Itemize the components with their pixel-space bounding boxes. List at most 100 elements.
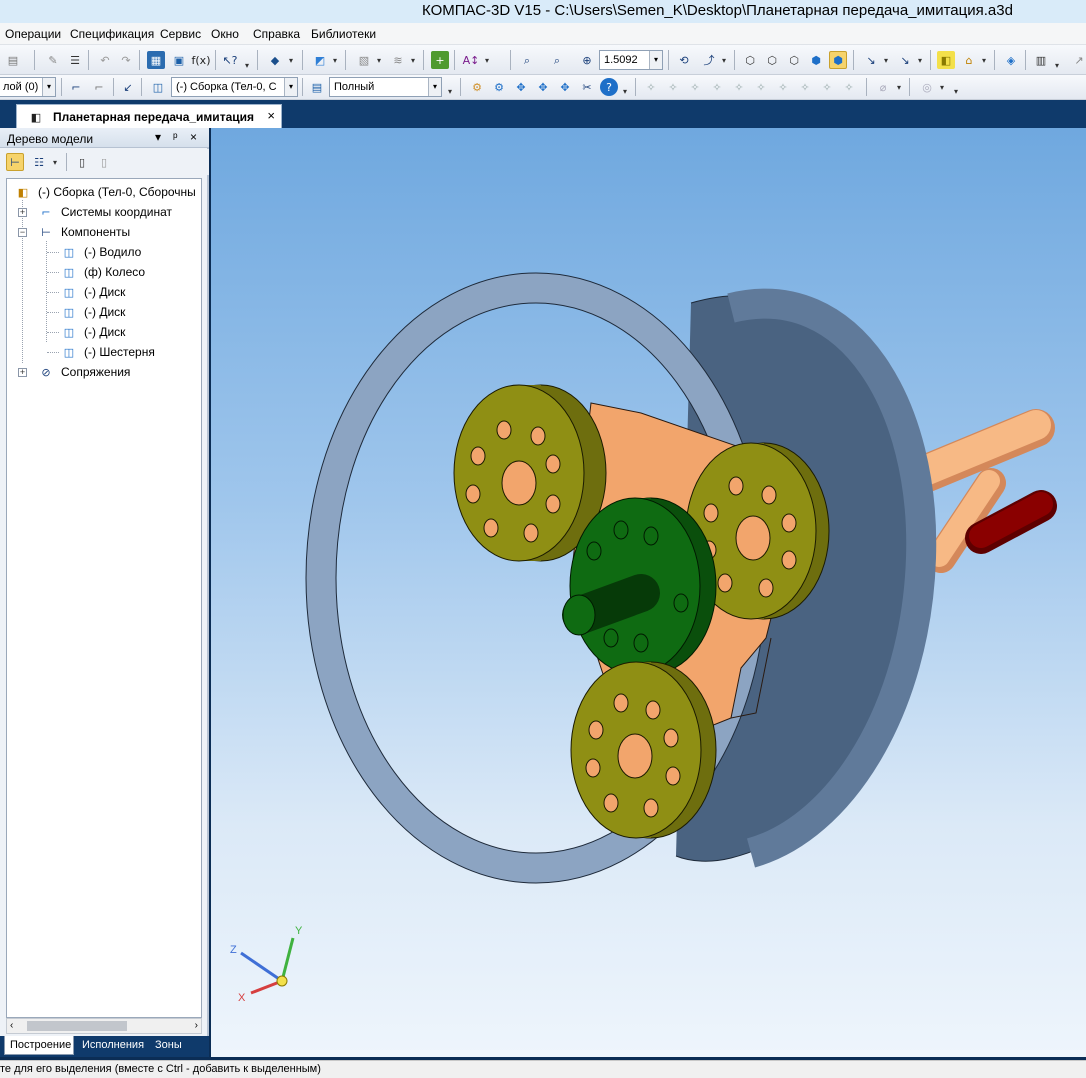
- scroll-left-icon[interactable]: ‹: [10, 1020, 13, 1031]
- chevron-down-icon[interactable]: ▾: [954, 87, 958, 96]
- chevron-down-icon[interactable]: ▾: [884, 56, 888, 65]
- snap-3-icon[interactable]: ✧: [686, 78, 704, 96]
- copy-props-icon[interactable]: ▧: [355, 51, 373, 69]
- measure-icon[interactable]: ⌀: [874, 78, 892, 96]
- insert-component-icon[interactable]: +: [431, 51, 449, 69]
- tree-node-mates[interactable]: + ⊘ Сопряжения: [7, 362, 197, 382]
- paste-icon[interactable]: ▤: [4, 51, 22, 69]
- expand-icon[interactable]: +: [18, 208, 27, 217]
- context-help-icon[interactable]: ↖?: [221, 51, 239, 69]
- wireframe-icon[interactable]: ⬡: [741, 51, 759, 69]
- component-edit-icon[interactable]: ◫: [149, 78, 167, 96]
- snap-7-icon[interactable]: ✧: [774, 78, 792, 96]
- chevron-down-icon[interactable]: ▾: [333, 56, 337, 65]
- function-icon[interactable]: f(x): [192, 51, 211, 69]
- chevron-down-icon[interactable]: ▾: [722, 56, 726, 65]
- rotate-icon[interactable]: ⟲: [675, 51, 693, 69]
- chevron-down-icon[interactable]: ▾: [918, 56, 922, 65]
- menu-operations[interactable]: Операции: [5, 27, 61, 41]
- collision-icon[interactable]: ✥: [556, 78, 574, 96]
- snap-9-icon[interactable]: ✧: [818, 78, 836, 96]
- horizontal-scrollbar[interactable]: ‹ ›: [6, 1018, 202, 1034]
- zoom-window-icon[interactable]: ⌕: [518, 51, 536, 69]
- snap-5-icon[interactable]: ✧: [730, 78, 748, 96]
- filter-icon[interactable]: ↘: [896, 51, 914, 69]
- format-brush-icon[interactable]: ✎: [44, 51, 62, 69]
- tree-structure-icon[interactable]: ⊢: [6, 153, 24, 171]
- menu-specification[interactable]: Спецификация: [70, 27, 154, 41]
- menu-help[interactable]: Справка: [253, 27, 300, 41]
- orient-icon[interactable]: ⤴: [700, 51, 718, 69]
- tab-zones[interactable]: Зоны: [155, 1036, 195, 1055]
- scroll-right-icon[interactable]: ›: [195, 1020, 198, 1031]
- cube-icon[interactable]: ◧: [937, 51, 955, 69]
- local-cs-icon[interactable]: ⌐: [90, 78, 108, 96]
- snap-6-icon[interactable]: ✧: [752, 78, 770, 96]
- more-icon[interactable]: ↗: [1070, 51, 1086, 69]
- tree-node-coords[interactable]: + ⌐ Системы координат: [7, 202, 197, 222]
- document-tab[interactable]: ◧ Планетарная передача_имитация ×: [16, 104, 282, 128]
- manager-icon[interactable]: ▦: [147, 51, 165, 69]
- help-icon[interactable]: ?: [600, 78, 618, 96]
- properties-icon[interactable]: ☰: [66, 51, 84, 69]
- collapse-icon[interactable]: −: [18, 228, 27, 237]
- zoom-in-icon[interactable]: ⊕: [578, 51, 596, 69]
- target-icon[interactable]: ◎: [918, 78, 936, 96]
- tree-node-disk[interactable]: ◫ (-) Диск: [7, 302, 197, 322]
- snap-4-icon[interactable]: ✧: [708, 78, 726, 96]
- zoom-combo[interactable]: 1.5092 ▾: [599, 50, 663, 70]
- variables-icon[interactable]: ▣: [170, 51, 188, 69]
- part-icon[interactable]: ◩: [311, 51, 329, 69]
- menu-libraries[interactable]: Библиотеки: [311, 27, 376, 41]
- mate-icon[interactable]: ⚙: [490, 78, 508, 96]
- orientation-icon[interactable]: ↙: [119, 78, 137, 96]
- shaded-edges-icon[interactable]: ⬢: [829, 51, 847, 69]
- chevron-down-icon[interactable]: ▾: [897, 83, 901, 92]
- snap-10-icon[interactable]: ✧: [840, 78, 858, 96]
- tree-view-icon[interactable]: ☷: [30, 153, 48, 171]
- dimension-icon[interactable]: A↕: [462, 51, 480, 69]
- chevron-down-icon[interactable]: ▾: [485, 56, 489, 65]
- coordinate-system-icon[interactable]: ⌐: [67, 78, 85, 96]
- layer-combo[interactable]: лой (0) ▾: [0, 77, 56, 97]
- assembly-tools-icon[interactable]: ⚙: [468, 78, 486, 96]
- expand-icon[interactable]: +: [18, 368, 27, 377]
- tab-build[interactable]: Построение: [4, 1036, 74, 1055]
- display-mode-icon[interactable]: ▤: [308, 78, 326, 96]
- assembly-icon[interactable]: ⌂: [960, 51, 978, 69]
- tree-node-wheel[interactable]: ◫ (ф) Колесо: [7, 262, 197, 282]
- tree-node-carrier[interactable]: ◫ (-) Водило: [7, 242, 197, 262]
- chevron-down-icon[interactable]: ▾: [623, 87, 627, 96]
- document-copy-icon[interactable]: ▯: [95, 153, 113, 171]
- tree-root[interactable]: ◧ (-) Сборка (Тел-0, Сборочны: [14, 182, 201, 202]
- chevron-down-icon[interactable]: ▾: [53, 158, 57, 167]
- tools-icon[interactable]: ✂: [578, 78, 596, 96]
- zoom-selected-icon[interactable]: ⌕: [548, 51, 566, 69]
- chevron-down-icon[interactable]: ▾: [982, 56, 986, 65]
- menu-service[interactable]: Сервис: [160, 27, 201, 41]
- hidden-lines-icon[interactable]: ⬡: [763, 51, 781, 69]
- shaded-icon[interactable]: ⬢: [807, 51, 825, 69]
- undo-icon[interactable]: ↶: [96, 51, 114, 69]
- chevron-down-icon[interactable]: ▾: [284, 78, 297, 96]
- snap-8-icon[interactable]: ✧: [796, 78, 814, 96]
- scroll-thumb[interactable]: [27, 1021, 127, 1031]
- display-mode-combo[interactable]: Полный ▾: [329, 77, 442, 97]
- chevron-down-icon[interactable]: ▾: [940, 83, 944, 92]
- snap-2-icon[interactable]: ✧: [664, 78, 682, 96]
- chevron-down-icon[interactable]: ▾: [649, 51, 662, 69]
- tree-node-components[interactable]: − ⊢ Компоненты: [7, 222, 197, 242]
- move-component-icon[interactable]: ✥: [512, 78, 530, 96]
- tree-node-disk[interactable]: ◫ (-) Диск: [7, 322, 197, 342]
- component-combo[interactable]: (-) Сборка (Тел-0, С ▾: [171, 77, 298, 97]
- chevron-down-icon[interactable]: ▾: [428, 78, 441, 96]
- stack-icon[interactable]: ≋: [389, 51, 407, 69]
- tab-versions[interactable]: Исполнения: [82, 1036, 150, 1055]
- pin-icon[interactable]: ᵖ: [173, 130, 178, 144]
- thin-lines-icon[interactable]: ⬡: [785, 51, 803, 69]
- select-icon[interactable]: ↘: [862, 51, 880, 69]
- close-icon[interactable]: ×: [190, 130, 197, 144]
- chevron-down-icon[interactable]: ▾: [42, 78, 55, 96]
- snap-1-icon[interactable]: ✧: [642, 78, 660, 96]
- tree-node-gear[interactable]: ◫ (-) Шестерня: [7, 342, 197, 362]
